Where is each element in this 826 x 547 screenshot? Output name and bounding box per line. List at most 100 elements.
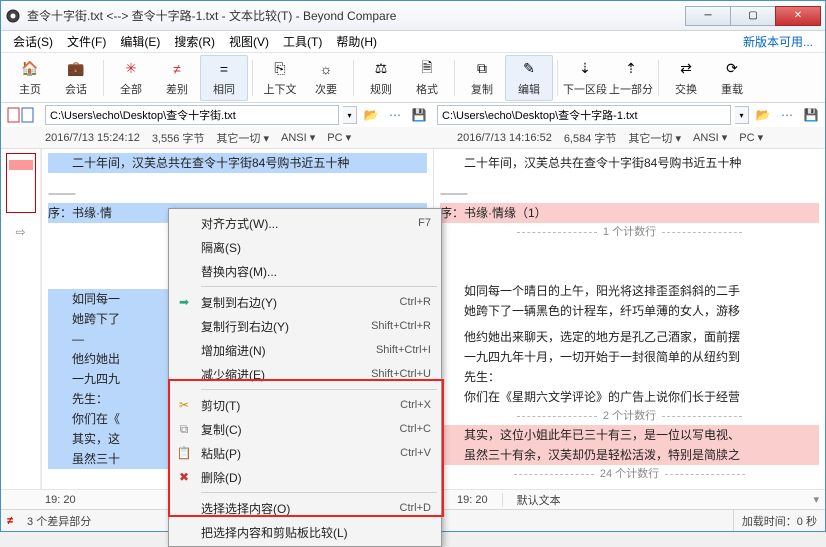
ctx-inc-indent[interactable]: 增加缩进(N)Shift+Ctrl+I — [171, 338, 439, 362]
chevron-down-icon[interactable]: ▾ — [813, 493, 819, 506]
right-platform[interactable]: PC ▾ — [739, 131, 763, 144]
toolbar-swap[interactable]: ⇄交换 — [663, 56, 709, 100]
diff-icon: ≠ — [167, 59, 187, 79]
toolbar-next-section[interactable]: ⇣下一区段 — [562, 56, 608, 100]
ctx-align[interactable]: 对齐方式(W)...F7 — [171, 211, 439, 235]
toolbar: 🏠主页 💼会话 ✳全部 ≠差别 =相同 ⎘上下文 ☼次要 ⚖规则 🗎格式 ⧉复制… — [1, 53, 825, 103]
left-save-icon[interactable]: 💾 — [409, 105, 429, 125]
text-line[interactable]: 一九四九年十月，一切开始于一封很简单的从纽约到 — [440, 347, 819, 367]
left-encoding[interactable]: ANSI ▾ — [281, 131, 315, 144]
left-gutter-header — [1, 103, 41, 127]
marker-icon: ⇨ — [1, 225, 40, 239]
left-platform[interactable]: PC ▾ — [327, 131, 351, 144]
menubar: 会话(S) 文件(F) 编辑(E) 搜索(R) 视图(V) 工具(T) 帮助(H… — [1, 31, 825, 53]
right-save-icon[interactable]: 💾 — [801, 105, 821, 125]
window-title: 查令十字街.txt <--> 查令十字路-1.txt - 文本比较(T) - B… — [27, 7, 686, 24]
text-line: --------- — [440, 183, 819, 203]
toolbar-session[interactable]: 💼会话 — [53, 56, 99, 100]
text-line[interactable]: 序：书缘·情缘（1） — [440, 203, 819, 223]
right-browse-icon[interactable]: ⋯ — [777, 105, 797, 125]
overview-thumbnail[interactable] — [6, 153, 36, 213]
menu-session[interactable]: 会话(S) — [7, 31, 59, 52]
toolbar-rules[interactable]: ⚖规则 — [358, 56, 404, 100]
text-line[interactable]: 她跨下了一辆黑色的计程车，纤巧单薄的女人，游移 — [440, 301, 819, 321]
toolbar-home[interactable]: 🏠主页 — [7, 56, 53, 100]
toolbar-minor[interactable]: ☼次要 — [303, 56, 349, 100]
titlebar: 查令十字街.txt <--> 查令十字路-1.txt - 文本比较(T) - B… — [1, 1, 825, 31]
right-path-input[interactable]: C:\Users\echo\Desktop\查令十字路-1.txt — [437, 105, 731, 125]
new-version-link[interactable]: 新版本可用... — [743, 33, 819, 50]
not-equal-icon: ≠ — [7, 515, 13, 527]
gap-marker: 2 个计数行 — [440, 407, 819, 425]
ctx-copy[interactable]: ⧉复制(C)Ctrl+C — [171, 417, 439, 441]
left-timestamp: 2016/7/13 15:24:12 — [45, 132, 140, 144]
text-line[interactable]: 虽然三十有余，汉芙却仍是轻松活泼，特别是简牍之 — [440, 445, 819, 465]
ctx-compare-clipboard[interactable]: 把选择内容和剪贴板比较(L) — [171, 520, 439, 544]
ctx-delete[interactable]: ✖删除(D) — [171, 465, 439, 489]
menu-tools[interactable]: 工具(T) — [277, 31, 328, 52]
arrow-right-icon: ➡ — [171, 295, 197, 309]
overview-gutter[interactable]: ⇨ — [1, 149, 41, 489]
left-browse-icon[interactable]: ⋯ — [385, 105, 405, 125]
text-line[interactable]: 其实，这位小姐此年已三十有三，是一位以写电视、 — [440, 425, 819, 445]
copy-icon: ⧉ — [472, 59, 492, 79]
next-icon: ⇣ — [575, 59, 595, 79]
left-path-dropdown[interactable]: ▾ — [343, 106, 357, 124]
right-timestamp: 2016/7/13 14:16:52 — [457, 132, 552, 144]
ctx-select-selection[interactable]: 选择选择内容(O)Ctrl+D — [171, 496, 439, 520]
left-else[interactable]: 其它一切 ▾ — [216, 130, 269, 146]
menu-edit[interactable]: 编辑(E) — [114, 31, 166, 52]
text-line[interactable]: 你们在《星期六文学评论》的广告上说你们长于经营 — [440, 387, 819, 407]
right-encoding[interactable]: ANSI ▾ — [693, 131, 727, 144]
ctx-copyline-right[interactable]: 复制行到右边(Y)Shift+Ctrl+R — [171, 314, 439, 338]
diff-count: 3 个差异部分 — [19, 510, 99, 531]
menu-search[interactable]: 搜索(R) — [168, 31, 221, 52]
toolbar-copy[interactable]: ⧉复制 — [459, 56, 505, 100]
menu-view[interactable]: 视图(V) — [223, 31, 275, 52]
menu-help[interactable]: 帮助(H) — [330, 31, 383, 52]
toolbar-context[interactable]: ⎘上下文 — [257, 56, 303, 100]
text-line[interactable]: 先生： — [440, 367, 819, 387]
maximize-button[interactable]: ▢ — [730, 6, 776, 26]
ctx-copy-right[interactable]: ➡复制到右边(Y)Ctrl+R — [171, 290, 439, 314]
context-icon: ⎘ — [270, 59, 290, 79]
swap-icon: ⇄ — [676, 59, 696, 79]
toolbar-prev-section[interactable]: ⇡上一部分 — [608, 56, 654, 100]
right-cursor-pos: 19: 20 — [457, 494, 488, 506]
text-line[interactable]: 二十年间，汉芙总共在查令十字街84号购书近五十种 — [440, 153, 819, 173]
menu-file[interactable]: 文件(F) — [61, 31, 112, 52]
load-time: 加载时间：0 秒 — [733, 510, 825, 531]
gap-marker: 24 个计数行 — [440, 465, 819, 483]
ctx-cut[interactable]: ✂剪切(T)Ctrl+X — [171, 393, 439, 417]
toolbar-diff[interactable]: ≠差别 — [154, 56, 200, 100]
toolbar-reload[interactable]: ⟳重载 — [709, 56, 755, 100]
text-line[interactable]: 如同每一个晴日的上午，阳光将这排歪歪斜斜的二手 — [440, 281, 819, 301]
right-open-icon[interactable]: 📂 — [753, 105, 773, 125]
infobar: 2016/7/13 15:24:12 3,556 字节 其它一切 ▾ ANSI … — [1, 127, 825, 149]
left-cursor-pos: 19: 20 — [45, 494, 76, 506]
briefcase-icon: 💼 — [66, 59, 86, 79]
text-line[interactable]: 他约她出来聊天，选定的地方是孔乙己酒家，面前摆 — [440, 327, 819, 347]
ctx-replace[interactable]: 替换内容(M)... — [171, 259, 439, 283]
rules-icon: ⚖ — [371, 59, 391, 79]
edit-icon: ✎ — [519, 59, 539, 79]
right-else[interactable]: 其它一切 ▾ — [628, 130, 681, 146]
all-icon: ✳ — [121, 59, 141, 79]
toolbar-same[interactable]: =相同 — [201, 56, 247, 100]
ctx-paste[interactable]: 📋粘贴(P)Ctrl+V — [171, 441, 439, 465]
gap-marker: 1 个计数行 — [440, 223, 819, 241]
toolbar-edit[interactable]: ✎编辑 — [506, 56, 552, 100]
toolbar-format[interactable]: 🗎格式 — [404, 56, 450, 100]
text-line[interactable]: 二十年间，汉芙总共在查令十字街84号购书近五十种 — [48, 153, 427, 173]
right-pane[interactable]: 二十年间，汉芙总共在查令十字街84号购书近五十种 --------- 序：书缘·… — [433, 149, 825, 489]
ctx-dec-indent[interactable]: 减少缩进(E)Shift+Ctrl+U — [171, 362, 439, 386]
ctx-isolate[interactable]: 隔离(S) — [171, 235, 439, 259]
home-icon: 🏠 — [20, 59, 40, 79]
right-path-dropdown[interactable]: ▾ — [735, 106, 749, 124]
left-open-icon[interactable]: 📂 — [361, 105, 381, 125]
close-button[interactable]: ✕ — [775, 6, 821, 26]
toolbar-all[interactable]: ✳全部 — [108, 56, 154, 100]
left-path-input[interactable]: C:\Users\echo\Desktop\查令十字街.txt — [45, 105, 339, 125]
cut-icon: ✂ — [171, 398, 197, 412]
minimize-button[interactable]: ─ — [685, 6, 731, 26]
